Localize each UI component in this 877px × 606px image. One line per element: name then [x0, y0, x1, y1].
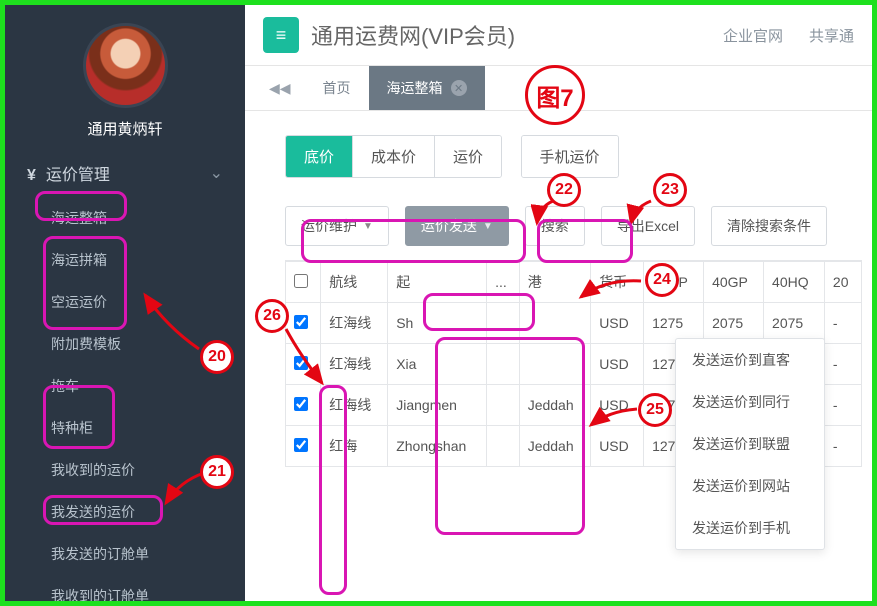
send-option-0[interactable]: 发送运价到直客: [676, 339, 824, 381]
mode-cost-price[interactable]: 成本价: [353, 136, 435, 177]
close-icon[interactable]: ✕: [451, 80, 467, 96]
sidebar-submenu: 海运整箱海运拼箱空运运价附加费模板拖车特种柜我收到的运价我发送的运价我发送的订舱…: [5, 197, 245, 601]
sidebar-item-8[interactable]: 我发送的订舱单: [5, 533, 245, 575]
select-all-checkbox[interactable]: [294, 274, 308, 288]
rate-send-button[interactable]: 运价发送▼: [405, 206, 509, 246]
export-excel-button[interactable]: 导出Excel: [601, 206, 695, 246]
rate-maintain-button[interactable]: 运价维护▼: [285, 206, 389, 246]
mode-rate[interactable]: 运价: [435, 136, 501, 177]
col-5: 货币: [591, 262, 644, 303]
price-mode-group-right: 手机运价: [521, 135, 619, 178]
sidebar-group-rates[interactable]: ¥ 运价管理 ⌄: [5, 149, 245, 197]
clear-search-button[interactable]: 清除搜索条件: [711, 206, 827, 246]
topbar: ≡ 通用运费网(VIP会员) 企业官网 共享通: [245, 5, 872, 66]
avatar: [83, 23, 168, 108]
col-6: 20GP: [644, 262, 704, 303]
row-checkbox[interactable]: [294, 356, 308, 370]
send-dropdown: 发送运价到直客发送运价到同行发送运价到联盟发送运价到网站发送运价到手机: [675, 338, 825, 550]
sidebar-item-9[interactable]: 我收到的订舱单: [5, 575, 245, 601]
search-button[interactable]: 搜索: [525, 206, 585, 246]
sidebar-item-6[interactable]: 我收到的运价: [5, 449, 245, 491]
col-3: ...: [487, 262, 520, 303]
user-name: 通用黄炳轩: [5, 118, 245, 139]
send-option-4[interactable]: 发送运价到手机: [676, 507, 824, 549]
row-checkbox[interactable]: [294, 397, 308, 411]
send-option-3[interactable]: 发送运价到网站: [676, 465, 824, 507]
caret-down-icon: ▼: [483, 221, 493, 232]
sidebar-item-0[interactable]: 海运整箱: [5, 197, 245, 239]
sidebar-item-1[interactable]: 海运拼箱: [5, 239, 245, 281]
tabs-back-button[interactable]: ◀◀: [255, 70, 305, 107]
link-corp-site[interactable]: 企业官网: [723, 25, 783, 46]
sidebar: 通用黄炳轩 ¥运价管理 ⌄ 海运整箱海运拼箱空运运价附加费模板拖车特种柜我收到的…: [5, 5, 245, 601]
yen-icon: ¥: [27, 167, 36, 184]
col-7: 40GP: [704, 262, 764, 303]
tab-ocean-fcl[interactable]: 海运整箱 ✕: [369, 66, 485, 110]
col-0: [286, 262, 321, 303]
sidebar-item-2[interactable]: 空运运价: [5, 281, 245, 323]
mode-floor-price[interactable]: 底价: [286, 136, 353, 177]
menu-toggle-button[interactable]: ≡: [263, 17, 299, 53]
col-8: 40HQ: [764, 262, 825, 303]
row-checkbox[interactable]: [294, 438, 308, 452]
sidebar-item-3[interactable]: 附加费模板: [5, 323, 245, 365]
sidebar-item-5[interactable]: 特种柜: [5, 407, 245, 449]
profile: 通用黄炳轩: [5, 5, 245, 149]
price-mode-group-left: 底价 成本价 运价: [285, 135, 502, 178]
mode-mobile-rate[interactable]: 手机运价: [522, 136, 618, 177]
main: ≡ 通用运费网(VIP会员) 企业官网 共享通 ◀◀ 首页 海运整箱 ✕ 底价 …: [245, 5, 872, 601]
sidebar-item-7[interactable]: 我发送的运价: [5, 491, 245, 533]
chevron-down-icon: ⌄: [210, 163, 223, 183]
sidebar-group-label: 运价管理: [46, 167, 110, 184]
caret-down-icon: ▼: [363, 221, 373, 232]
col-1: 航线: [321, 262, 388, 303]
page-title: 通用运费网(VIP会员): [311, 19, 515, 51]
send-option-1[interactable]: 发送运价到同行: [676, 381, 824, 423]
table-header-row: 航线起...港货币20GP40GP40HQ20: [286, 262, 862, 303]
link-share[interactable]: 共享通: [809, 25, 854, 46]
row-checkbox[interactable]: [294, 315, 308, 329]
tabs: ◀◀ 首页 海运整箱 ✕: [245, 66, 872, 111]
col-2: 起: [388, 262, 487, 303]
col-9: 20: [824, 262, 861, 303]
send-option-2[interactable]: 发送运价到联盟: [676, 423, 824, 465]
sidebar-item-4[interactable]: 拖车: [5, 365, 245, 407]
tab-home[interactable]: 首页: [305, 66, 369, 110]
col-4: 港: [519, 262, 591, 303]
